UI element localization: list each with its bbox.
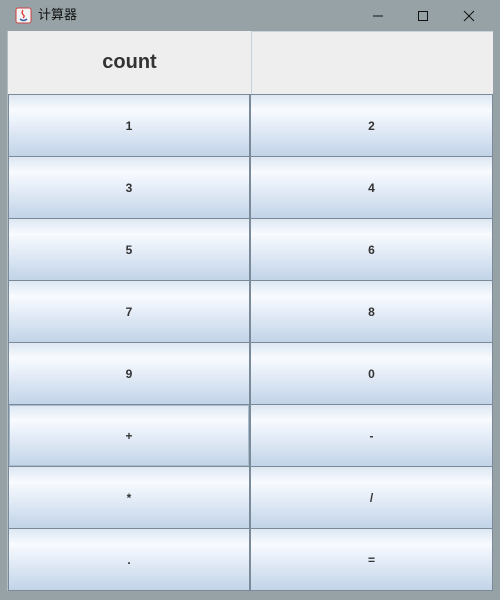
decimal-button[interactable]: .	[8, 528, 250, 591]
equals-button[interactable]: =	[250, 528, 493, 591]
close-button[interactable]	[446, 0, 492, 31]
digit-2-button[interactable]: 2	[250, 94, 493, 157]
digit-6-button[interactable]: 6	[250, 218, 493, 281]
digit-9-button[interactable]: 9	[8, 342, 250, 405]
minus-button[interactable]: -	[250, 404, 493, 467]
plus-button[interactable]: +	[8, 404, 250, 467]
digit-8-button[interactable]: 8	[250, 280, 493, 343]
divide-button[interactable]: /	[250, 466, 493, 529]
window-title: 计算器	[38, 8, 78, 23]
digit-1-button[interactable]: 1	[8, 94, 250, 157]
digit-7-button[interactable]: 7	[8, 280, 250, 343]
multiply-button[interactable]: *	[8, 466, 250, 529]
digit-5-button[interactable]: 5	[8, 218, 250, 281]
close-icon	[463, 10, 475, 22]
java-icon	[15, 7, 32, 24]
result-display	[251, 31, 493, 94]
digit-4-button[interactable]: 4	[250, 156, 493, 219]
digit-3-button[interactable]: 3	[8, 156, 250, 219]
minimize-icon	[372, 10, 384, 22]
maximize-icon	[417, 10, 429, 22]
maximize-button[interactable]	[400, 0, 446, 31]
calculator-window: 计算器 count 1 2 3 4 5 6 7 8 9 0 + - * /. =	[0, 0, 500, 600]
digit-0-button[interactable]: 0	[250, 342, 493, 405]
minimize-button-real[interactable]	[355, 0, 401, 31]
count-label-cell: count	[8, 31, 251, 94]
calculator-panel: count 1 2 3 4 5 6 7 8 9 0 + - * /. =	[7, 31, 493, 591]
count-label: count	[102, 51, 157, 73]
